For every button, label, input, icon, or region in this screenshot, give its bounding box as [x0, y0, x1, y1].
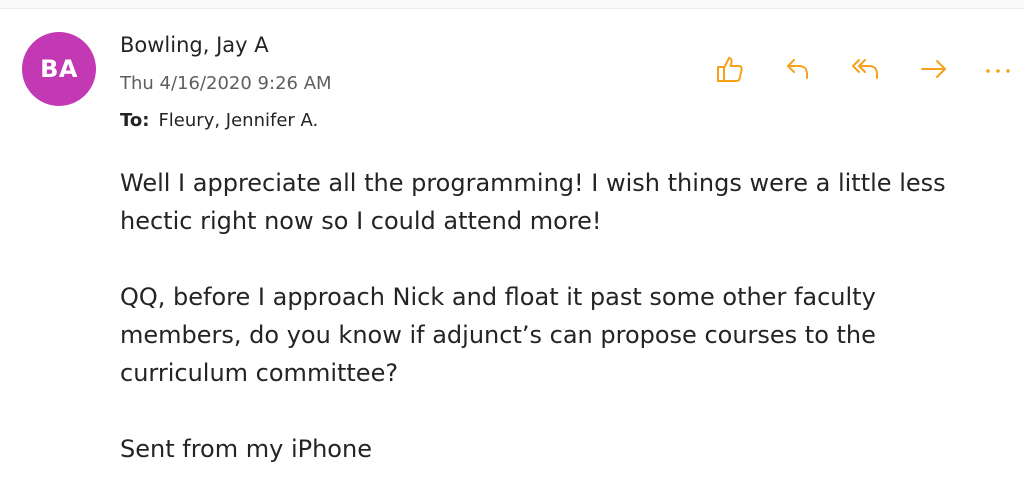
body-paragraph: QQ, before I approach Nick and float it …	[120, 283, 876, 387]
forward-button[interactable]	[916, 52, 952, 86]
signature: Sent from my iPhone	[120, 435, 372, 463]
avatar[interactable]: BA	[22, 32, 96, 106]
message-body: Well I appreciate all the programming! I…	[120, 164, 1000, 468]
avatar-initials: BA	[40, 55, 78, 83]
reply-button[interactable]	[780, 52, 816, 86]
more-actions-button[interactable]	[980, 52, 1016, 86]
message-actions-toolbar	[700, 52, 1024, 86]
email-message: BA Bowling, Jay A Thu 4/16/2020 9:26 AM …	[0, 0, 1024, 501]
thumbs-up-icon	[717, 57, 743, 82]
more-ellipsis-icon	[986, 69, 1010, 73]
reply-all-icon	[852, 59, 878, 79]
recipient-name[interactable]: Fleury, Jennifer A.	[158, 110, 318, 131]
body-paragraph: Well I appreciate all the programming! I…	[120, 169, 946, 235]
recipients-line: To: Fleury, Jennifer A.	[120, 110, 318, 131]
message-date: Thu 4/16/2020 9:26 AM	[120, 73, 332, 94]
forward-arrow-icon	[921, 60, 946, 78]
sender-name[interactable]: Bowling, Jay A	[120, 33, 269, 57]
reply-icon	[787, 59, 808, 79]
like-button[interactable]	[712, 52, 748, 86]
reply-all-button[interactable]	[848, 52, 884, 86]
to-label: To:	[120, 110, 150, 131]
